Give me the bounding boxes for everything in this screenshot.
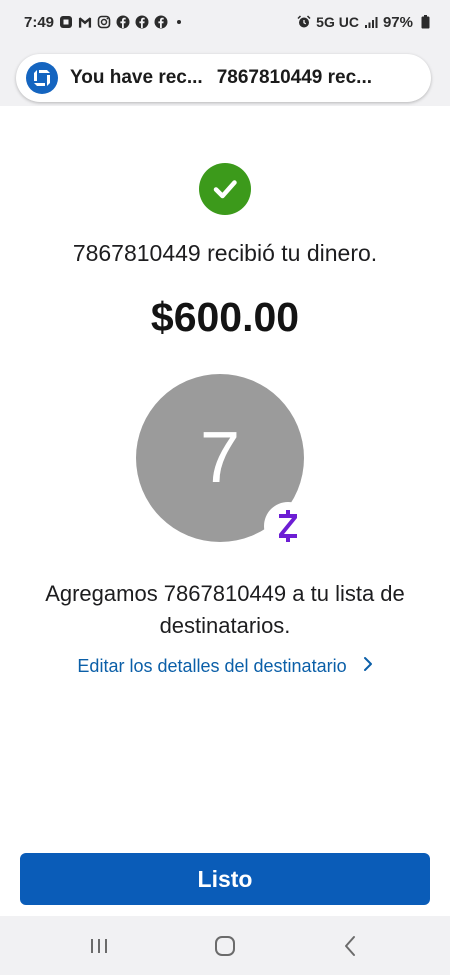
alarm-icon xyxy=(297,15,311,29)
amount-sent: $600.00 xyxy=(150,294,300,340)
instagram-icon xyxy=(97,15,111,29)
battery-level: 97% xyxy=(382,13,413,31)
network-type: 5G UC xyxy=(316,14,359,30)
added-to-recipients-message: Agregamos 7867810449 a tu lista de desti… xyxy=(45,581,405,638)
chase-logo-icon xyxy=(26,62,58,94)
edit-recipient-label: Editar los detalles del destinatario xyxy=(77,656,347,676)
notification-banner[interactable]: You have rec... 7867810449 rec... xyxy=(16,54,431,102)
checkmark-icon xyxy=(199,163,251,215)
avatar-initial: 7 xyxy=(199,418,241,498)
back-icon[interactable] xyxy=(338,934,362,958)
status-bar: 7:49 5G UC 97% xyxy=(0,0,450,44)
chase-icon xyxy=(59,15,73,29)
navigation-bar xyxy=(0,916,450,975)
home-icon[interactable] xyxy=(213,934,237,958)
facebook-icon xyxy=(135,15,149,29)
signal-icon xyxy=(364,15,378,29)
facebook-icon xyxy=(154,15,168,29)
status-time: 7:49 xyxy=(24,13,55,31)
status-left: 7:49 xyxy=(24,13,182,31)
received-message: 7867810449 recibió tu dinero. xyxy=(72,240,378,266)
zelle-icon xyxy=(264,502,312,550)
status-right: 5G UC 97% xyxy=(297,14,432,31)
more-notifications-dot xyxy=(177,20,182,24)
battery-icon xyxy=(418,15,432,29)
notification-message: 7867810449 rec... xyxy=(216,67,373,88)
facebook-icon xyxy=(116,15,130,29)
done-button[interactable]: Listo xyxy=(20,853,430,905)
edit-recipient-link[interactable]: Editar los detalles del destinatario xyxy=(0,656,450,677)
notification-title: You have rec... xyxy=(70,67,203,88)
gmail-icon xyxy=(78,15,92,29)
confirmation-screen: 7867810449 recibió tu dinero. $600.00 7 … xyxy=(0,106,450,916)
chevron-right-icon xyxy=(363,656,373,677)
recents-icon[interactable] xyxy=(87,934,111,958)
